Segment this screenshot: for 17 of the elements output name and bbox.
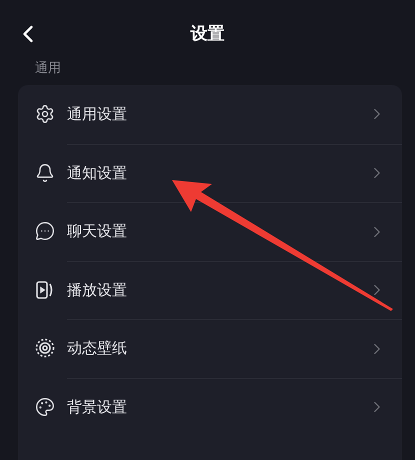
bell-icon [35, 162, 55, 183]
row-label: 通知设置 [67, 164, 128, 183]
row-label: 背景设置 [67, 398, 128, 417]
chat-bubble-icon [35, 221, 55, 242]
phone-play-icon [35, 280, 55, 300]
palette-icon [35, 396, 55, 417]
dotted-ring-icon [35, 338, 55, 358]
section-label: 通用 [34, 60, 62, 78]
row-label: 动态壁纸 [67, 339, 128, 358]
row-label: 聊天设置 [67, 222, 128, 242]
settings-row[interactable]: 动态壁纸 [18, 319, 402, 378]
row-label: 播放设置 [67, 280, 128, 300]
settings-row[interactable]: 通用设置 [18, 85, 402, 144]
page-title: 设置 [190, 22, 224, 44]
row-label: 通用设置 [67, 104, 128, 124]
gear-icon [35, 104, 55, 124]
settings-row[interactable]: 背景设置 [18, 378, 402, 436]
